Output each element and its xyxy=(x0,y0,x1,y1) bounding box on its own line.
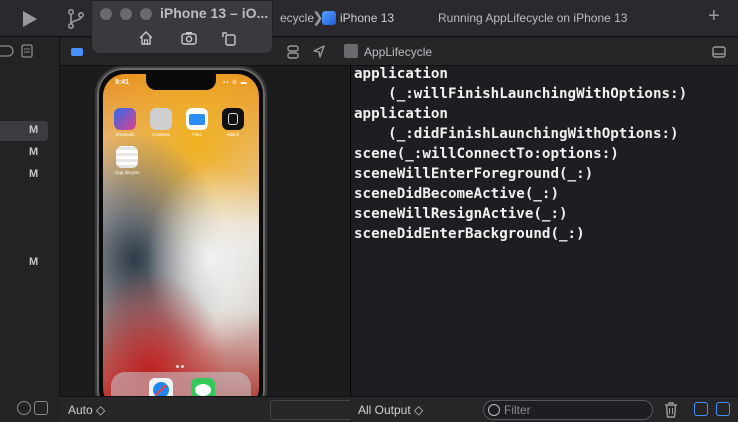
modified-badge: M xyxy=(29,146,39,158)
source-control-branch-icon[interactable] xyxy=(66,8,86,30)
location-arrow-icon[interactable] xyxy=(312,45,326,59)
modified-badge: M xyxy=(29,256,39,268)
editor-options-icon[interactable] xyxy=(712,45,726,59)
app-applifecycle[interactable]: AppLifecycle xyxy=(112,146,142,175)
app-contacts[interactable]: Contacts xyxy=(148,108,174,137)
run-destination[interactable]: iPhone 13 xyxy=(340,11,394,25)
home-screen[interactable]: 9:41 ▪▪ ≋ ▬ Shortcuts Contacts Files Wat… xyxy=(103,74,259,410)
filter-input[interactable] xyxy=(504,402,644,418)
applifecycle-icon xyxy=(116,146,138,168)
console-line: (_:didFinishLaunchingWithOptions:) xyxy=(354,126,679,142)
app-label: Files xyxy=(192,132,202,137)
page-indicator[interactable] xyxy=(175,355,189,368)
run-icon[interactable] xyxy=(20,9,40,29)
filter-icon xyxy=(488,404,500,416)
scheme-breadcrumb[interactable]: ecycle xyxy=(280,11,314,25)
watch-icon xyxy=(222,108,244,130)
console-line: application xyxy=(354,106,448,122)
document-icon[interactable] xyxy=(21,44,33,58)
console-line: sceneWillEnterForeground(_:) xyxy=(354,166,594,182)
app-label: Contacts xyxy=(152,132,170,137)
canvas-toggle-icon[interactable] xyxy=(70,45,84,59)
modified-badge: M xyxy=(29,168,39,180)
debug-console[interactable]: application (_:willFinishLaunchingWithOp… xyxy=(350,66,738,396)
zoom-window-button[interactable] xyxy=(140,8,152,20)
console-line: sceneDidEnterBackground(_:) xyxy=(354,226,585,242)
app-label: Shortcuts xyxy=(115,132,135,137)
console-line: sceneWillResignActive(_:) xyxy=(354,206,568,222)
contacts-icon xyxy=(150,108,172,130)
navigator-file-row[interactable]: M xyxy=(0,253,48,273)
rotate-icon[interactable] xyxy=(221,30,237,46)
status-time: 9:41 xyxy=(115,79,130,86)
shortcuts-icon xyxy=(114,108,136,130)
console-filter[interactable] xyxy=(483,400,653,420)
app-label: Watch xyxy=(226,132,240,137)
app-files[interactable]: Files xyxy=(184,108,210,137)
variables-scope-select[interactable]: Auto ◇ xyxy=(68,403,105,417)
modified-badge: M xyxy=(29,124,39,136)
console-line: (_:willFinishLaunchingWithOptions:) xyxy=(354,86,688,102)
trash-icon[interactable] xyxy=(664,402,678,418)
navigator-file-row[interactable]: M xyxy=(0,143,48,163)
output-scope-select[interactable]: All Output ◇ xyxy=(358,403,423,417)
project-navigator: M M M M xyxy=(0,37,60,422)
screenshot-icon[interactable] xyxy=(181,30,197,46)
iphone-simulator[interactable]: 9:41 ▪▪ ≋ ▬ Shortcuts Contacts Files Wat… xyxy=(95,66,267,418)
show-variables-icon[interactable] xyxy=(694,402,708,416)
activity-status: Running AppLifecycle on iPhone 13 xyxy=(438,11,628,25)
console-line: application xyxy=(354,66,448,82)
variant-icon[interactable] xyxy=(286,45,300,59)
console-line: scene(_:willConnectTo:options:) xyxy=(354,146,619,162)
app-watch[interactable]: Watch xyxy=(220,108,246,137)
filter-capsule-icon[interactable] xyxy=(0,45,14,57)
device-icon xyxy=(322,11,336,25)
simulator-titlebar: iPhone 13 – iO... xyxy=(91,0,273,54)
simulator-title: iPhone 13 – iO... xyxy=(160,5,269,21)
navigator-filter-bar xyxy=(0,396,60,422)
phone-notch xyxy=(146,74,216,90)
status-indicators: ▪▪ ≋ ▬ xyxy=(223,80,248,86)
navigator-file-row[interactable]: M xyxy=(0,121,48,141)
console-line: sceneDidBecomeActive(_:) xyxy=(354,186,559,202)
jump-bar-file[interactable]: AppLifecycle xyxy=(364,45,432,59)
close-window-button[interactable] xyxy=(100,8,112,20)
recent-files-icon[interactable] xyxy=(17,401,31,415)
debug-bottom-bar: Auto ◇ All Output ◇ xyxy=(60,396,738,422)
show-console-icon[interactable] xyxy=(716,402,730,416)
app-label: AppLifecycle xyxy=(114,170,140,175)
minimize-window-button[interactable] xyxy=(120,8,132,20)
files-icon xyxy=(186,108,208,130)
navigator-file-row[interactable]: M xyxy=(0,165,48,185)
app-shortcuts[interactable]: Shortcuts xyxy=(112,108,138,137)
variables-filter-field[interactable] xyxy=(270,400,350,420)
add-icon[interactable]: + xyxy=(708,6,720,26)
swift-file-icon xyxy=(344,44,358,58)
home-icon[interactable] xyxy=(138,30,154,46)
source-control-filter-icon[interactable] xyxy=(34,401,48,415)
